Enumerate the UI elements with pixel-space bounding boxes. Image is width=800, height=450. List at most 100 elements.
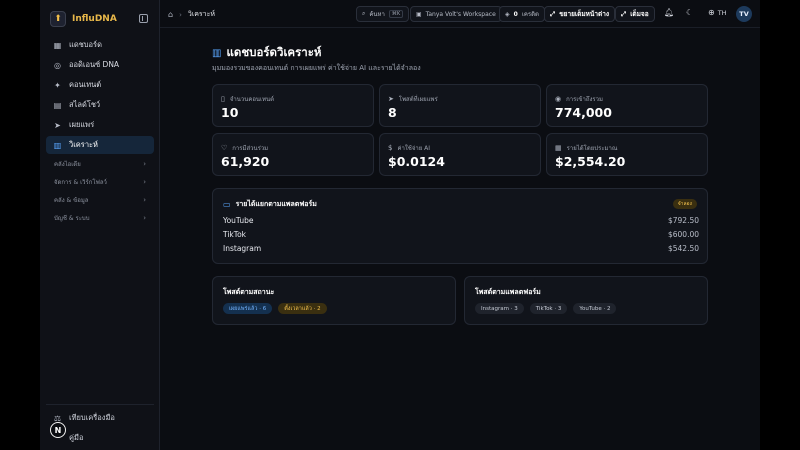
home-icon[interactable]: ⌂ <box>168 10 173 19</box>
sidebar-item-label: คอนเทนต์ <box>69 80 102 89</box>
stat-label-row: ♡ การมีส่วนร่วม <box>221 143 268 153</box>
sidebar-item-label: วิเคราะห์ <box>69 140 99 149</box>
sidebar-group-account[interactable]: บัญชี & ระบบ › <box>46 210 154 226</box>
language-switcher[interactable]: ⊕ TH <box>708 8 727 17</box>
sidebar-group-label: จัดการ & เวิร์กโฟลว์ <box>54 179 107 186</box>
page-subtitle: มุมมองรวมของคอนเทนต์ การเผยแพร่ ค่าใช้จ่… <box>212 64 421 72</box>
revenue-amount: $542.50 <box>667 244 699 253</box>
stat-value: $2,554.20 <box>555 154 626 169</box>
stat-card-ai-cost: $ ค่าใช้จ่าย AI $0.0124 <box>379 133 541 176</box>
status-chip-published[interactable]: เผยแพร่แล้ว · 6 <box>223 303 273 314</box>
revenue-amount: $792.50 <box>667 216 699 225</box>
globe-icon: ⊕ <box>708 8 715 17</box>
stat-label: จำนวนคอนเทนต์ <box>229 96 275 103</box>
sidebar-group-label: คลังไอเดีย <box>54 161 81 168</box>
sidebar-toggle-icon[interactable] <box>139 14 148 23</box>
sidebar-item-label: ออดิเอนซ์ DNA <box>69 60 120 69</box>
sidebar: ⬆ InfluDNA ▦ แดชบอร์ด ◎ ออดิเอนซ์ DNA ✦ … <box>40 0 160 450</box>
sidebar-nav: ▦ แดชบอร์ด ◎ ออดิเอนซ์ DNA ✦ คอนเทนต์ ▤ … <box>46 36 154 226</box>
platform-chip-tiktok[interactable]: TikTok · 3 <box>529 303 568 314</box>
expand-window-button[interactable]: ⤢ ขยายเต็มหน้าต่าง <box>544 6 616 22</box>
sidebar-item-label: เผยแพร่ <box>69 120 95 129</box>
sidebar-item-analytics[interactable]: ▥ วิเคราะห์ <box>46 136 154 154</box>
grid-icon: ▦ <box>53 40 62 50</box>
sidebar-item-label: แดชบอร์ด <box>69 40 102 49</box>
stat-label-row: ◉ การเข้าถึงรวม <box>555 94 603 104</box>
platform-chip-youtube[interactable]: YouTube · 2 <box>573 303 617 314</box>
simulated-badge: จำลอง <box>672 199 697 209</box>
stat-label-row: ➤ โพสต์ที่เผยแพร่ <box>388 94 438 104</box>
send-icon: ➤ <box>388 95 394 103</box>
stat-card-engagement: ♡ การมีส่วนร่วม 61,920 <box>212 133 374 176</box>
credits-badge[interactable]: ◈ 0 เครดิต <box>499 6 545 22</box>
language-label: TH <box>717 8 727 17</box>
search-icon: ⌕ <box>362 10 366 17</box>
sidebar-group-ideas[interactable]: คลังไอเดีย › <box>46 156 154 172</box>
moon-icon[interactable]: ☾ <box>686 8 693 17</box>
building-icon: ▣ <box>416 10 422 18</box>
stat-card-total-reach: ◉ การเข้าถึงรวม 774,000 <box>546 84 708 127</box>
document-icon: ▯ <box>221 95 225 103</box>
sidebar-item-slideshow[interactable]: ▤ สไลด์โชว์ <box>46 96 154 114</box>
revenue-card-title: รายได้แยกตามแพลตฟอร์ม <box>235 200 317 208</box>
sidebar-item-publish[interactable]: ➤ เผยแพร่ <box>46 116 154 134</box>
chevron-right-icon: › <box>143 160 146 168</box>
page-title: ▥ แดชบอร์ดวิเคราะห์ <box>212 44 321 62</box>
platform-chips: Instagram · 3 TikTok · 3 YouTube · 2 <box>475 303 617 314</box>
logo-icon: ⬆ <box>50 11 66 27</box>
revenue-platform: YouTube <box>223 216 254 225</box>
chevron-right-icon: › <box>143 214 146 222</box>
revenue-amount: $600.00 <box>667 230 699 239</box>
posts-by-status-card: โพสต์ตามสถานะ เผยแพร่แล้ว · 6 ตั้งเวลาแล… <box>212 276 456 325</box>
workspace-name: Tanya Volt's Workspace <box>425 10 496 18</box>
sidebar-group-workflow[interactable]: จัดการ & เวิร์กโฟลว์ › <box>46 174 154 190</box>
sidebar-item-content[interactable]: ✦ คอนเทนต์ <box>46 76 154 94</box>
brand-name: InfluDNA <box>72 14 117 24</box>
stat-label: การเข้าถึงรวม <box>566 96 603 103</box>
coin-icon: ◈ <box>505 10 510 18</box>
sidebar-item-audience-dna[interactable]: ◎ ออดิเอนซ์ DNA <box>46 56 154 74</box>
posts-by-status-title: โพสต์ตามสถานะ <box>223 288 275 296</box>
chart-icon: ▥ <box>53 140 62 150</box>
posts-by-platform-card: โพสต์ตามแพลตฟอร์ม Instagram · 3 TikTok ·… <box>464 276 708 325</box>
platform-chip-instagram[interactable]: Instagram · 3 <box>475 303 524 314</box>
bell-icon[interactable]: 🔔︎ <box>664 8 674 17</box>
stat-label: ค่าใช้จ่าย AI <box>397 145 431 152</box>
revenue-platform: Instagram <box>223 244 262 253</box>
stat-label: รายได้โดยประมาณ <box>566 145 618 152</box>
credits-label: เครดิต <box>521 11 539 18</box>
sidebar-item-dashboard[interactable]: ▦ แดชบอร์ด <box>46 36 154 54</box>
brand[interactable]: ⬆ InfluDNA <box>50 10 117 28</box>
search-label: ค้นหา <box>369 11 385 18</box>
dna-icon: ◎ <box>54 60 61 70</box>
status-chip-scheduled[interactable]: ตั้งเวลาแล้ว · 2 <box>278 303 327 314</box>
stat-value: 774,000 <box>555 105 612 120</box>
workspace-switcher[interactable]: ▣ Tanya Volt's Workspace <box>410 6 502 22</box>
chevron-right-icon: › <box>143 196 146 204</box>
stat-value: 10 <box>221 105 239 120</box>
heart-icon: ♡ <box>221 144 228 152</box>
stat-value: 8 <box>388 105 397 120</box>
revenue-row: Instagram $542.50 <box>223 244 699 253</box>
stat-label: การมีส่วนร่วม <box>232 145 269 152</box>
stat-label: โพสต์ที่เผยแพร่ <box>398 96 438 103</box>
sparkle-icon: ✦ <box>54 80 61 90</box>
search-button[interactable]: ⌕ ค้นหา ⌘K <box>356 6 410 22</box>
sidebar-group-library[interactable]: คลัง & ข้อมูล › <box>46 192 154 208</box>
avatar[interactable]: TV <box>736 6 752 22</box>
fullscreen-icon: ⤢ <box>621 9 627 18</box>
send-icon: ➤ <box>54 120 61 130</box>
n-badge[interactable]: N <box>50 422 66 438</box>
chevron-right-icon: › <box>143 178 146 186</box>
sidebar-group-label: คลัง & ข้อมูล <box>54 197 89 204</box>
slides-icon: ▤ <box>53 100 62 110</box>
sidebar-item-label: คู่มือ <box>69 433 84 442</box>
sidebar-group-label: บัญชี & ระบบ <box>54 215 90 222</box>
revenue-by-platform-card: ▭ รายได้แยกตามแพลตฟอร์ม จำลอง YouTube $7… <box>212 188 708 264</box>
revenue-card-header: ▭ รายได้แยกตามแพลตฟอร์ม <box>223 199 317 210</box>
stat-label-row: ▯ จำนวนคอนเทนต์ <box>221 94 274 104</box>
breadcrumb-current: วิเคราะห์ <box>187 10 215 18</box>
posts-by-platform-title: โพสต์ตามแพลตฟอร์ม <box>475 288 541 296</box>
stat-card-published-posts: ➤ โพสต์ที่เผยแพร่ 8 <box>379 84 541 127</box>
fullscreen-button[interactable]: ⤢ เต็มจอ <box>615 6 655 22</box>
